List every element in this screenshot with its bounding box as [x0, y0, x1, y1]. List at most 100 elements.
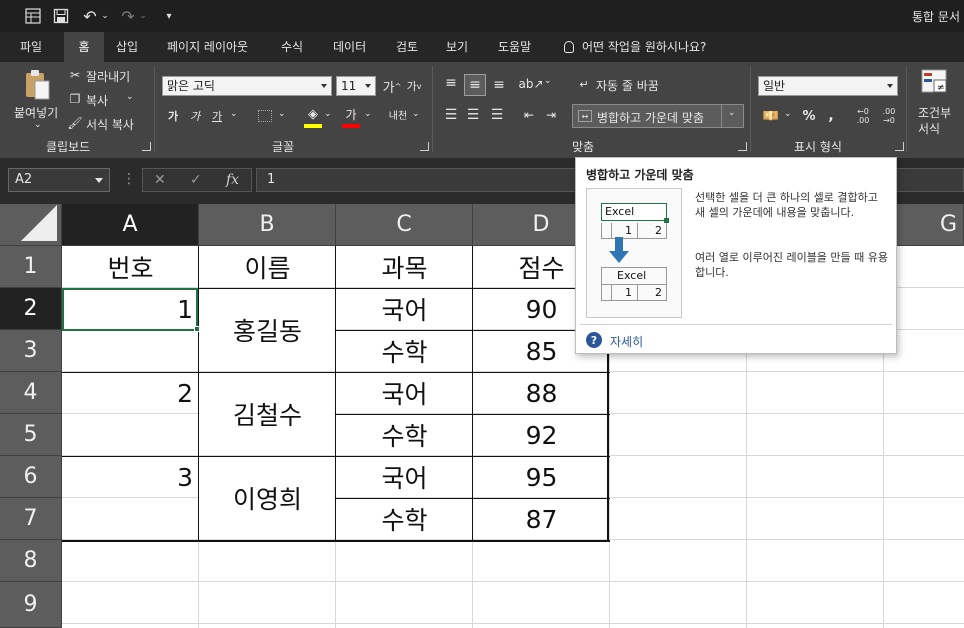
cell-a4[interactable]: 2 — [62, 372, 199, 414]
copy-dropdown-icon[interactable]: ⌄ — [126, 92, 134, 102]
enter-icon[interactable]: ✓ — [190, 172, 202, 188]
wrap-text-button[interactable]: 자동 줄 바꿈 — [596, 77, 659, 94]
cell-c1[interactable]: 과목 — [336, 246, 473, 288]
cell-c3[interactable]: 수학 — [336, 330, 473, 372]
conditional-formatting-icon[interactable]: ≠ — [920, 68, 950, 98]
increase-decimal-button[interactable]: ←0 .00 — [852, 106, 874, 126]
tab-data[interactable]: 데이터 — [333, 32, 366, 62]
borders-icon[interactable] — [258, 110, 272, 122]
paste-dropdown-icon[interactable]: ⌄ — [34, 120, 42, 130]
alignment-launcher-icon[interactable] — [738, 142, 747, 151]
font-name-select[interactable]: 맑은 고딕 — [162, 76, 332, 96]
customize-toolbar-icon[interactable]: ▾ — [162, 7, 176, 25]
font-launcher-icon[interactable] — [420, 142, 429, 151]
tab-insert[interactable]: 삽입 — [116, 32, 138, 62]
format-painter-button[interactable]: 서식 복사 — [86, 116, 134, 133]
row-header-9[interactable]: 9 — [0, 582, 62, 628]
cell-c5[interactable]: 수학 — [336, 414, 473, 456]
underline-dropdown-icon[interactable]: ⌄ — [230, 109, 238, 119]
redo-dropdown-icon[interactable]: ⌄ — [138, 7, 148, 25]
cell-b4-name[interactable]: 김철수 — [199, 372, 336, 456]
font-color-dropdown-icon[interactable]: ⌄ — [364, 109, 372, 119]
tell-me-search[interactable]: 어떤 작업을 원하시나요? — [564, 32, 706, 62]
number-format-select[interactable]: 일반 — [758, 76, 898, 96]
insert-function-icon[interactable]: fx — [226, 172, 239, 188]
cell-c2[interactable]: 국어 — [336, 288, 473, 330]
align-left-icon[interactable]: ☰ — [442, 106, 460, 124]
orientation-dropdown-icon[interactable]: ⌄ — [544, 76, 552, 86]
underline-button[interactable]: 가 — [208, 106, 226, 126]
tab-home[interactable]: 홈 — [64, 32, 104, 62]
column-header-a[interactable]: A — [62, 204, 199, 246]
tab-file[interactable]: 파일 — [20, 32, 42, 62]
currency-dropdown-icon[interactable]: ⌄ — [784, 109, 792, 119]
copy-button[interactable]: 복사 — [86, 92, 108, 109]
row-header-4[interactable]: 4 — [0, 372, 62, 414]
tab-view[interactable]: 보기 — [446, 32, 468, 62]
cell-b1[interactable]: 이름 — [199, 246, 336, 288]
column-header-b[interactable]: B — [199, 204, 336, 246]
cell-c7[interactable]: 수학 — [336, 498, 473, 540]
cell-d7[interactable]: 87 — [473, 498, 610, 540]
save-icon[interactable] — [52, 7, 70, 25]
align-right-icon[interactable]: ☰ — [488, 106, 506, 124]
merge-center-button[interactable]: ↔ 병합하고 가운데 맞춤 ⌄ — [572, 104, 744, 128]
tab-formulas[interactable]: 수식 — [281, 32, 303, 62]
borders-dropdown-icon[interactable]: ⌄ — [278, 109, 286, 119]
phonetic-icon[interactable]: 내천 — [388, 104, 408, 124]
row-header-1[interactable]: 1 — [0, 246, 62, 288]
align-bottom-icon[interactable]: ≡ — [490, 76, 508, 94]
comma-button[interactable]: , — [824, 106, 838, 126]
orientation-icon[interactable]: ab↗ — [518, 74, 543, 94]
conditional-formatting-button-line2[interactable]: 서식 — [918, 120, 940, 137]
fill-handle[interactable] — [194, 326, 200, 332]
fill-color-icon[interactable]: ◈ — [304, 104, 322, 124]
tab-page-layout[interactable]: 페이지 레이아웃 — [167, 32, 248, 62]
font-size-select[interactable]: 11 — [336, 76, 376, 96]
cut-button[interactable]: 잘라내기 — [86, 68, 130, 85]
align-middle-icon[interactable]: ≡ — [464, 74, 486, 96]
undo-dropdown-icon[interactable]: ⌄ — [100, 7, 110, 25]
italic-button[interactable]: 가 — [186, 106, 204, 126]
column-header-c[interactable]: C — [336, 204, 473, 246]
tell-me-more-link[interactable]: 자세히 — [610, 333, 643, 350]
name-box[interactable]: A2 — [8, 168, 110, 192]
row-header-7[interactable]: 7 — [0, 498, 62, 540]
row-header-2[interactable]: 2 — [0, 288, 62, 330]
cell-a6[interactable]: 3 — [62, 456, 199, 498]
merge-dropdown-icon[interactable]: ⌄ — [728, 108, 736, 118]
percent-button[interactable]: % — [800, 106, 818, 126]
cell-c6[interactable]: 국어 — [336, 456, 473, 498]
select-all-button[interactable] — [0, 204, 62, 246]
align-top-icon[interactable]: ≡ — [442, 74, 460, 92]
row-header-6[interactable]: 6 — [0, 456, 62, 498]
cell-a1[interactable]: 번호 — [62, 246, 199, 288]
number-launcher-icon[interactable] — [895, 142, 904, 151]
align-center-icon[interactable]: ☰ — [464, 106, 482, 124]
tab-review[interactable]: 검토 — [396, 32, 418, 62]
shrink-font-icon[interactable]: 가v — [404, 76, 424, 96]
grow-font-icon[interactable]: 가 ^ — [382, 76, 402, 96]
undo-icon[interactable]: ↶ — [82, 7, 98, 26]
cell-c4[interactable]: 국어 — [336, 372, 473, 414]
font-color-button[interactable]: 가 — [342, 104, 360, 124]
help-icon[interactable]: ? — [586, 332, 602, 348]
conditional-formatting-button[interactable]: 조건부 — [918, 104, 951, 121]
row-header-3[interactable]: 3 — [0, 330, 62, 372]
increase-indent-icon[interactable]: ⇥ — [542, 106, 560, 124]
row-header-5[interactable]: 5 — [0, 414, 62, 456]
cell-d6[interactable]: 95 — [473, 456, 610, 498]
phonetic-dropdown-icon[interactable]: ⌄ — [412, 109, 420, 119]
row-header-8[interactable]: 8 — [0, 540, 62, 582]
paste-icon[interactable] — [22, 68, 52, 102]
decrease-indent-icon[interactable]: ⇤ — [520, 106, 538, 124]
cell-b2-name[interactable]: 홍길동 — [199, 288, 336, 372]
fill-color-dropdown-icon[interactable]: ⌄ — [324, 109, 332, 119]
bold-button[interactable]: 가 — [164, 106, 182, 126]
decrease-decimal-button[interactable]: .00 →0 — [878, 106, 900, 126]
currency-icon[interactable]: 💴 — [760, 106, 782, 126]
tab-help[interactable]: 도움말 — [498, 32, 531, 62]
cell-d5[interactable]: 92 — [473, 414, 610, 456]
paste-button[interactable]: 붙여넣기 — [14, 104, 58, 121]
clipboard-launcher-icon[interactable] — [142, 142, 151, 151]
